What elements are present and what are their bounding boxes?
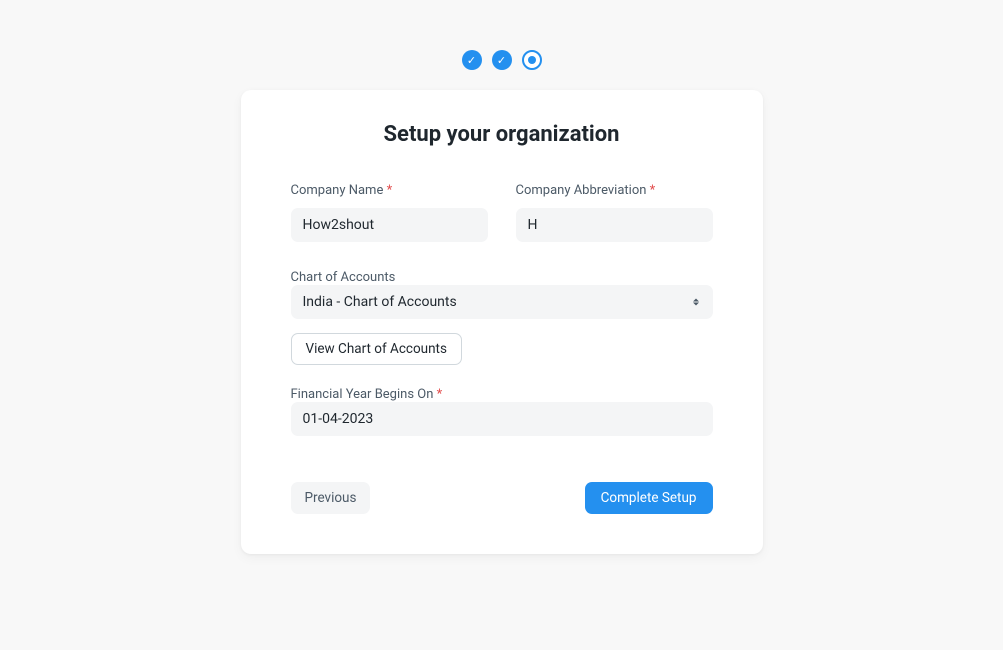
previous-button[interactable]: Previous: [291, 482, 371, 514]
view-chart-button[interactable]: View Chart of Accounts: [291, 333, 462, 365]
setup-card: Setup your organization Company Name * C…: [241, 90, 763, 554]
company-name-input[interactable]: [291, 208, 488, 242]
check-icon: ✓: [467, 55, 476, 66]
company-abbr-group: Company Abbreviation *: [516, 183, 713, 242]
financial-year-input[interactable]: [291, 402, 713, 436]
company-name-group: Company Name *: [291, 183, 488, 242]
complete-setup-button[interactable]: Complete Setup: [585, 482, 713, 514]
chart-accounts-label: Chart of Accounts: [291, 270, 396, 285]
step-3-current: [522, 50, 542, 70]
setup-container: ✓ ✓ Setup your organization Company Name…: [0, 0, 1003, 554]
chart-accounts-group: Chart of Accounts India - Chart of Accou…: [291, 266, 713, 319]
footer-actions: Previous Complete Setup: [291, 482, 713, 514]
company-name-label: Company Name *: [291, 183, 488, 198]
chart-accounts-select[interactable]: India - Chart of Accounts: [291, 285, 713, 319]
financial-year-label: Financial Year Begins On *: [291, 387, 443, 402]
company-abbr-label: Company Abbreviation *: [516, 183, 713, 198]
stepper: ✓ ✓: [462, 50, 542, 70]
page-title: Setup your organization: [291, 122, 713, 147]
check-icon: ✓: [497, 55, 506, 66]
row-company: Company Name * Company Abbreviation *: [291, 183, 713, 242]
financial-year-group: Financial Year Begins On *: [291, 383, 713, 436]
step-2-complete: ✓: [492, 50, 512, 70]
company-abbr-input[interactable]: [516, 208, 713, 242]
step-1-complete: ✓: [462, 50, 482, 70]
chart-accounts-select-wrapper: India - Chart of Accounts: [291, 285, 713, 319]
